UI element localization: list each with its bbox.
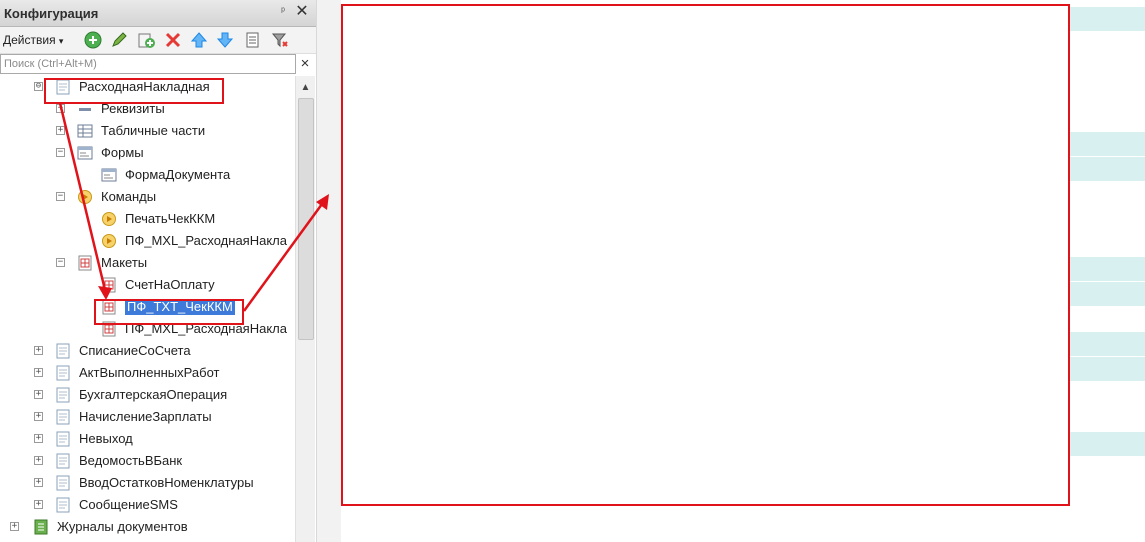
- expand-toggle-icon[interactable]: +: [56, 104, 65, 113]
- form-icon: [101, 167, 117, 183]
- highlight-document-box: [44, 78, 224, 104]
- scroll-up-icon[interactable]: ▲: [296, 79, 315, 97]
- tree-item-label: Невыход: [79, 431, 133, 446]
- tree-item[interactable]: − Формы: [0, 142, 294, 164]
- tree-item[interactable]: + СообщениеSMS: [0, 494, 294, 516]
- tree-item[interactable]: + Невыход: [0, 428, 294, 450]
- command-icon: [101, 211, 117, 227]
- tree-item[interactable]: + СписаниеСоСчета: [0, 340, 294, 362]
- collapse-toggle-icon[interactable]: −: [56, 148, 65, 157]
- search-box: [0, 54, 296, 74]
- expand-toggle-icon[interactable]: +: [34, 346, 43, 355]
- expand-toggle-icon[interactable]: +: [34, 500, 43, 509]
- table-icon: [77, 123, 93, 139]
- delete-icon[interactable]: [164, 31, 182, 49]
- tree-item[interactable]: + ВедомостьВБанк: [0, 450, 294, 472]
- document-icon: [55, 453, 71, 469]
- template-icon: [101, 277, 117, 293]
- template-icon: [77, 255, 93, 271]
- document-icon: [55, 497, 71, 513]
- tree-item[interactable]: − Макеты: [0, 252, 294, 274]
- tree-item-label: АктВыполненныхРабот: [79, 365, 220, 380]
- add-icon[interactable]: [84, 31, 102, 49]
- expand-toggle-icon[interactable]: +: [34, 412, 43, 421]
- tree-item-label: ПечатьЧекККМ: [125, 211, 216, 226]
- tree-item-label: БухгалтерскаяОперация: [79, 387, 228, 402]
- tree-item-label: СчетНаОплату: [125, 277, 215, 292]
- tree-item[interactable]: − Команды: [0, 186, 294, 208]
- tree-item[interactable]: + БухгалтерскаяОперация: [0, 384, 294, 406]
- document-icon: [55, 409, 71, 425]
- pin-icon[interactable]: ᵖ: [276, 4, 290, 20]
- tree-item-label: СообщениеSMS: [79, 497, 178, 512]
- move-down-icon[interactable]: [216, 31, 234, 49]
- document-icon: [55, 343, 71, 359]
- filter-icon[interactable]: [271, 31, 289, 49]
- panel-titlebar: Конфигурация ᵖ ✕: [0, 0, 316, 27]
- expand-toggle-icon[interactable]: +: [56, 126, 65, 135]
- expand-toggle-icon[interactable]: +: [34, 456, 43, 465]
- tree-item[interactable]: + НачислениеЗарплаты: [0, 406, 294, 428]
- highlight-template-box: [94, 299, 244, 325]
- expand-toggle-icon[interactable]: +: [34, 368, 43, 377]
- journal-icon: [33, 519, 49, 535]
- command-icon: [77, 189, 93, 205]
- tree-item[interactable]: + Журналы документов: [0, 516, 294, 538]
- search-input[interactable]: [1, 55, 283, 73]
- document-icon: [55, 365, 71, 381]
- tree-item-label: Журналы документов: [57, 519, 188, 534]
- expand-toggle-icon[interactable]: +: [34, 434, 43, 443]
- collapse-toggle-icon[interactable]: ⊖: [34, 82, 43, 91]
- template-annotation-frame: [341, 4, 1070, 506]
- command-icon: [101, 233, 117, 249]
- tree-item-label: НачислениеЗарплаты: [79, 409, 212, 424]
- add-to-group-icon[interactable]: [137, 31, 155, 49]
- tree-item-label: Реквизиты: [101, 101, 165, 116]
- expand-toggle-icon[interactable]: +: [10, 522, 19, 531]
- document-icon: [55, 431, 71, 447]
- actions-menu-button[interactable]: Действия ▾: [3, 31, 63, 49]
- tree-item[interactable]: + Табличные части: [0, 120, 294, 142]
- expand-toggle-icon[interactable]: +: [34, 478, 43, 487]
- tree-item-label: ВедомостьВБанк: [79, 453, 183, 468]
- tree-item[interactable]: СчетНаОплату: [0, 274, 294, 296]
- panel-toolbar: Действия ▾: [0, 27, 316, 54]
- panel-splitter[interactable]: [316, 0, 341, 542]
- tree-item-label: ФормаДокумента: [125, 167, 231, 182]
- tree-item-label: ВводОстатковНоменклатуры: [79, 475, 254, 490]
- close-icon[interactable]: ✕: [293, 2, 311, 22]
- tree-item-label: Формы: [101, 145, 144, 160]
- expand-toggle-icon[interactable]: +: [34, 390, 43, 399]
- tree-scrollbar[interactable]: ▲: [295, 76, 315, 542]
- actions-label: Действия: [3, 33, 56, 47]
- tree-item-label: Команды: [101, 189, 157, 204]
- tree-item[interactable]: ПФ_MXL_РасходнаяНакла: [0, 230, 294, 252]
- document-icon: [55, 387, 71, 403]
- document-icon: [55, 475, 71, 491]
- clear-search-icon[interactable]: ×: [296, 54, 314, 74]
- tree-item[interactable]: + ВводОстатковНоменклатуры: [0, 472, 294, 494]
- edit-icon[interactable]: [110, 31, 128, 49]
- collapse-toggle-icon[interactable]: −: [56, 258, 65, 267]
- dropdown-arrow-icon: ▾: [58, 36, 64, 46]
- tree-item-label: Табличные части: [101, 123, 206, 138]
- tree-item-label: Макеты: [101, 255, 148, 270]
- scroll-thumb[interactable]: [298, 98, 314, 340]
- list-icon[interactable]: [244, 31, 262, 49]
- tree-item[interactable]: ПечатьЧекККМ: [0, 208, 294, 230]
- collapse-toggle-icon[interactable]: −: [56, 192, 65, 201]
- form-icon: [77, 145, 93, 161]
- panel-title: Конфигурация: [4, 6, 99, 21]
- tree-item-label: ПФ_MXL_РасходнаяНакла: [125, 233, 287, 248]
- tree-item-label: СписаниеСоСчета: [79, 343, 191, 358]
- tree-item[interactable]: + АктВыполненныхРабот: [0, 362, 294, 384]
- tree-item[interactable]: ФормаДокумента: [0, 164, 294, 186]
- move-up-icon[interactable]: [190, 31, 208, 49]
